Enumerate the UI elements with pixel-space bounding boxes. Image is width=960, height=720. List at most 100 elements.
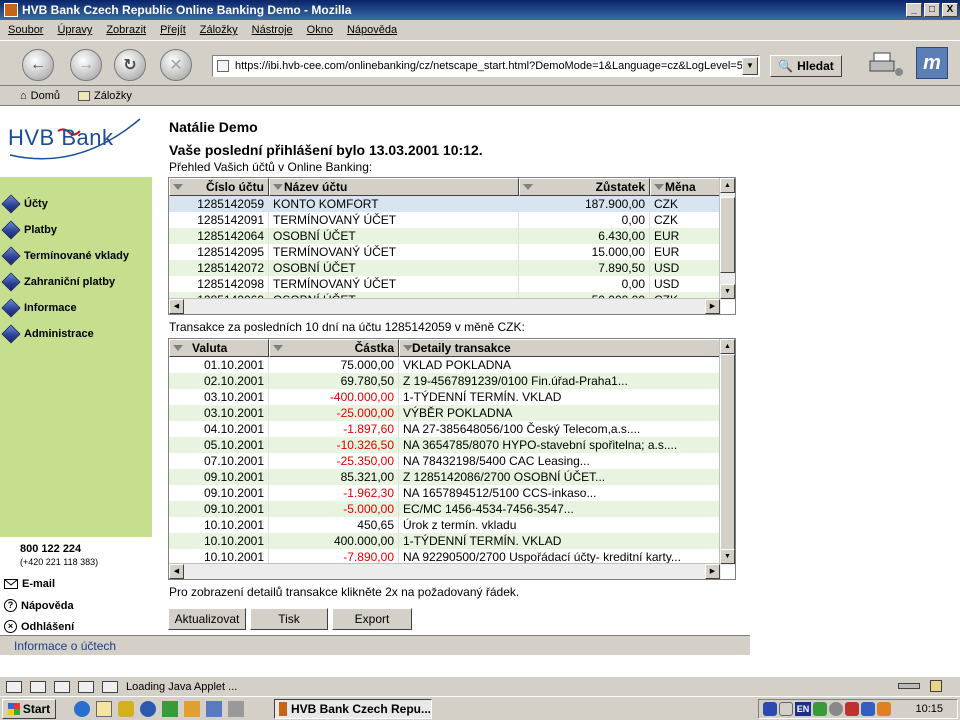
- col-header-balance[interactable]: Zůstatek: [519, 178, 650, 196]
- scroll-right-button[interactable]: ▶: [705, 299, 720, 314]
- tray-app-icon-4[interactable]: [877, 702, 891, 716]
- menu-okno[interactable]: Okno: [307, 24, 333, 36]
- taskbar-mozilla-window[interactable]: HVB Bank Czech Repu...: [274, 699, 432, 719]
- tray-app-icon-2[interactable]: [845, 702, 859, 716]
- account-row[interactable]: 1285142072 OSOBNÍ ÚČET 7.890,50 USD: [169, 260, 721, 276]
- volume-icon[interactable]: [779, 702, 793, 716]
- scroll-right-button[interactable]: ▶: [705, 564, 720, 579]
- transaction-row[interactable]: 07.10.2001 -25.350,00 NA 78432198/5400 CAC…: [169, 453, 721, 469]
- col-header-amount[interactable]: Částka: [269, 339, 399, 357]
- security-lock-icon[interactable]: [930, 680, 942, 692]
- shield-icon[interactable]: [763, 702, 777, 716]
- sidebar-item-ucty[interactable]: Účty: [0, 191, 152, 217]
- scroll-left-button[interactable]: ◀: [169, 564, 184, 579]
- account-row[interactable]: 1285142091 TERMÍNOVANÝ ÚČET 0,00 CZK: [169, 212, 721, 228]
- hvb-logo[interactable]: HVB Bank: [0, 107, 152, 177]
- refresh-button[interactable]: Aktualizovat: [168, 608, 246, 630]
- menu-zalozky[interactable]: Záložky: [200, 24, 238, 36]
- sidebar-item-zahranicni-platby[interactable]: Zahraniční platby: [0, 269, 152, 295]
- transaction-row[interactable]: 04.10.2001 -1.897,60 NA 27-385648056/100 Č…: [169, 421, 721, 437]
- reload-button[interactable]: ↻: [114, 49, 146, 81]
- account-row[interactable]: 1285142095 TERMÍNOVANÝ ÚČET 15.000,00 EUR: [169, 244, 721, 260]
- quicklaunch-app-icon-3[interactable]: [184, 701, 200, 717]
- minimize-button[interactable]: _: [906, 3, 922, 17]
- transactions-vscroll[interactable]: ▲ ▼: [719, 339, 735, 565]
- transaction-row[interactable]: 09.10.2001 -5.000,00 EC/MC 1456-4534-7456-…: [169, 501, 721, 517]
- scroll-down-button[interactable]: ▼: [720, 284, 735, 299]
- transaction-row[interactable]: 02.10.2001 69.780,50 Z 19-4567891239/0100 …: [169, 373, 721, 389]
- print-button[interactable]: Tisk: [250, 608, 328, 630]
- quicklaunch-app-icon-4[interactable]: [206, 701, 222, 717]
- quicklaunch-app-icon-5[interactable]: [228, 701, 244, 717]
- scroll-up-button[interactable]: ▲: [720, 339, 735, 354]
- navigator-icon[interactable]: [6, 680, 22, 693]
- sidebar-item-administrace[interactable]: Administrace: [0, 321, 152, 347]
- outlook-icon[interactable]: [96, 701, 112, 717]
- print-icon[interactable]: [866, 49, 906, 79]
- composer-icon[interactable]: [54, 680, 70, 693]
- start-button[interactable]: Start: [2, 699, 56, 719]
- maximize-button[interactable]: □: [924, 3, 940, 17]
- quicklaunch-app-icon-2[interactable]: [162, 701, 178, 717]
- back-button[interactable]: ←: [22, 49, 54, 81]
- ie-icon[interactable]: [74, 701, 90, 717]
- menu-zobrazit[interactable]: Zobrazit: [106, 24, 146, 36]
- home-bookmark[interactable]: ⌂ Domů: [20, 90, 60, 102]
- network-icon[interactable]: [813, 702, 827, 716]
- search-button[interactable]: 🔍 Hledat: [770, 55, 842, 77]
- stop-button[interactable]: ✕: [160, 49, 192, 81]
- forward-button[interactable]: →: [70, 49, 102, 81]
- accounts-vscroll[interactable]: ▲ ▼: [719, 178, 735, 300]
- transaction-row[interactable]: 10.10.2001 400.000,00 1-TÝDENNÍ TERMÍN. VK…: [169, 533, 721, 549]
- transaction-row[interactable]: 01.10.2001 75.000,00 VKLAD POKLADNA: [169, 357, 721, 373]
- menu-soubor[interactable]: Soubor: [8, 24, 43, 36]
- language-indicator[interactable]: EN: [795, 702, 811, 716]
- scroll-up-button[interactable]: ▲: [720, 178, 735, 193]
- account-row[interactable]: 1285142064 OSOBNÍ ÚČET 6.430,00 EUR: [169, 228, 721, 244]
- account-row[interactable]: 1285142059 KONTO KOMFORT 187.900,00 CZK: [169, 196, 721, 212]
- quicklaunch-app-icon[interactable]: [118, 701, 134, 717]
- sidebar-item-informace[interactable]: Informace: [0, 295, 152, 321]
- menu-napoveda[interactable]: Nápověda: [347, 24, 397, 36]
- details-cell: VKLAD POKLADNA: [399, 357, 721, 373]
- transaction-row[interactable]: 03.10.2001 -400.000,00 1-TÝDENNÍ TERMÍN. V…: [169, 389, 721, 405]
- transaction-row[interactable]: 10.10.2001 450,65 Úrok z termín. vkladu: [169, 517, 721, 533]
- tray-app-icon-3[interactable]: [861, 702, 875, 716]
- col-header-account-number[interactable]: Číslo účtu: [169, 178, 269, 196]
- menu-nastroje[interactable]: Nástroje: [252, 24, 293, 36]
- transaction-row[interactable]: 05.10.2001 -10.326,50 NA 3654785/8070 HYPO…: [169, 437, 721, 453]
- accounts-hscroll[interactable]: ◀ ▶: [169, 298, 721, 314]
- scroll-thumb[interactable]: [720, 354, 735, 550]
- mail-icon[interactable]: [30, 680, 46, 693]
- close-window-button[interactable]: X: [942, 3, 958, 17]
- scroll-thumb[interactable]: [720, 197, 735, 273]
- scroll-left-button[interactable]: ◀: [169, 299, 184, 314]
- col-header-account-name[interactable]: Název účtu: [269, 178, 519, 196]
- transaction-row[interactable]: 09.10.2001 85.321,00 Z 1285142086/2700 OSO…: [169, 469, 721, 485]
- sidebar-item-platby[interactable]: Platby: [0, 217, 152, 243]
- media-player-icon[interactable]: [140, 701, 156, 717]
- logout-link[interactable]: × Odhlášení: [4, 620, 74, 633]
- bookmarks-folder[interactable]: Záložky: [78, 90, 132, 102]
- irc-icon[interactable]: [102, 680, 118, 693]
- online-plug-icon[interactable]: [898, 683, 920, 689]
- col-header-value-date[interactable]: Valuta: [169, 339, 269, 357]
- col-header-details[interactable]: Detaily transakce: [399, 339, 721, 357]
- col-header-currency[interactable]: Měna: [650, 178, 721, 196]
- scroll-down-button[interactable]: ▼: [720, 549, 735, 564]
- account-row[interactable]: 1285142098 TERMÍNOVANÝ ÚČET 0,00 USD: [169, 276, 721, 292]
- export-button[interactable]: Export: [332, 608, 412, 630]
- menu-prejit[interactable]: Přejít: [160, 24, 186, 36]
- transaction-row[interactable]: 09.10.2001 -1.962,30 NA 1657894512/5100 CC…: [169, 485, 721, 501]
- tray-app-icon[interactable]: [829, 702, 843, 716]
- menu-upravy[interactable]: Úpravy: [57, 24, 92, 36]
- help-link[interactable]: ? Nápověda: [4, 599, 74, 612]
- url-input[interactable]: https://ibi.hvb-cee.com/onlinebanking/cz…: [212, 55, 760, 77]
- sidebar-item-terminovane-vklady[interactable]: Termínované vklady: [0, 243, 152, 269]
- transaction-row[interactable]: 03.10.2001 -25.000,00 VÝBĚR POKLADNA: [169, 405, 721, 421]
- url-dropdown-button[interactable]: ▼: [742, 57, 758, 75]
- addressbook-icon[interactable]: [78, 680, 94, 693]
- transactions-hscroll[interactable]: ◀ ▶: [169, 563, 721, 579]
- mozilla-logo-icon[interactable]: m: [916, 47, 948, 79]
- email-link[interactable]: E-mail: [4, 578, 55, 590]
